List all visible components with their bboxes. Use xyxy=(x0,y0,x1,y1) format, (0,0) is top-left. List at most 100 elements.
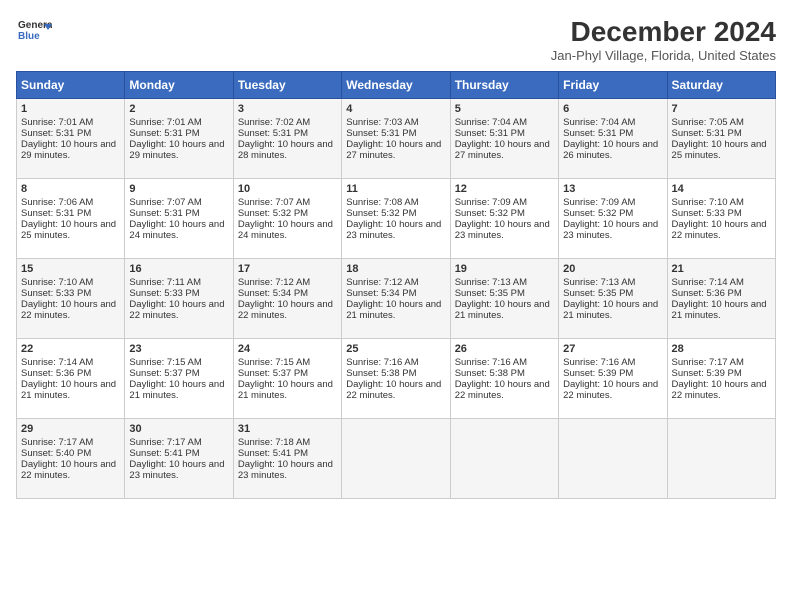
day-number: 8 xyxy=(21,183,120,195)
logo-icon: General Blue xyxy=(16,16,52,44)
table-row: 20Sunrise: 7:13 AMSunset: 5:35 PMDayligh… xyxy=(559,259,667,339)
day-info: Sunset: 5:37 PM xyxy=(129,368,228,379)
day-info: Sunrise: 7:11 AM xyxy=(129,277,228,288)
day-info: Sunrise: 7:12 AM xyxy=(238,277,337,288)
table-row: 17Sunrise: 7:12 AMSunset: 5:34 PMDayligh… xyxy=(233,259,341,339)
day-info: Daylight: 10 hours and 27 minutes. xyxy=(346,139,445,161)
day-number: 19 xyxy=(455,263,554,275)
page-header: General Blue December 2024 Jan-Phyl Vill… xyxy=(16,16,776,63)
day-number: 12 xyxy=(455,183,554,195)
day-number: 27 xyxy=(563,343,662,355)
day-number: 18 xyxy=(346,263,445,275)
day-number: 13 xyxy=(563,183,662,195)
table-row: 9 Sunrise: 7:07 AMSunset: 5:31 PMDaylight… xyxy=(125,179,233,259)
day-info: Sunset: 5:40 PM xyxy=(21,448,120,459)
day-info: Daylight: 10 hours and 24 minutes. xyxy=(129,219,228,241)
day-info: Sunset: 5:38 PM xyxy=(455,368,554,379)
day-info: Sunset: 5:39 PM xyxy=(672,368,771,379)
table-row: 12Sunrise: 7:09 AMSunset: 5:32 PMDayligh… xyxy=(450,179,558,259)
day-info: Sunset: 5:31 PM xyxy=(129,208,228,219)
header-saturday: Saturday xyxy=(667,72,775,99)
day-info: Daylight: 10 hours and 23 minutes. xyxy=(129,459,228,481)
day-info: Daylight: 10 hours and 25 minutes. xyxy=(21,219,120,241)
day-info: Daylight: 10 hours and 23 minutes. xyxy=(563,219,662,241)
table-row: 23Sunrise: 7:15 AMSunset: 5:37 PMDayligh… xyxy=(125,339,233,419)
table-row: 26Sunrise: 7:16 AMSunset: 5:38 PMDayligh… xyxy=(450,339,558,419)
day-info: Sunset: 5:33 PM xyxy=(21,288,120,299)
table-row: 11Sunrise: 7:08 AMSunset: 5:32 PMDayligh… xyxy=(342,179,450,259)
day-info: Daylight: 10 hours and 23 minutes. xyxy=(455,219,554,241)
day-info: Sunrise: 7:10 AM xyxy=(21,277,120,288)
day-info: Daylight: 10 hours and 22 minutes. xyxy=(129,299,228,321)
svg-text:Blue: Blue xyxy=(18,31,40,42)
table-row: 31Sunrise: 7:18 AMSunset: 5:41 PMDayligh… xyxy=(233,419,341,499)
day-info: Sunrise: 7:09 AM xyxy=(563,197,662,208)
day-info: Sunrise: 7:13 AM xyxy=(455,277,554,288)
day-info: Sunrise: 7:09 AM xyxy=(455,197,554,208)
day-info: Sunset: 5:31 PM xyxy=(21,208,120,219)
day-info: Daylight: 10 hours and 21 minutes. xyxy=(129,379,228,401)
day-number: 6 xyxy=(563,103,662,115)
day-number: 11 xyxy=(346,183,445,195)
day-number: 31 xyxy=(238,423,337,435)
day-number: 10 xyxy=(238,183,337,195)
day-info: Sunrise: 7:07 AM xyxy=(238,197,337,208)
day-info: Sunset: 5:35 PM xyxy=(563,288,662,299)
header-tuesday: Tuesday xyxy=(233,72,341,99)
table-row: 4 Sunrise: 7:03 AMSunset: 5:31 PMDaylight… xyxy=(342,99,450,179)
day-number: 20 xyxy=(563,263,662,275)
day-info: Daylight: 10 hours and 21 minutes. xyxy=(346,299,445,321)
day-info: Sunrise: 7:12 AM xyxy=(346,277,445,288)
table-row: 6Sunrise: 7:04 AMSunset: 5:31 PMDaylight… xyxy=(559,99,667,179)
day-info: Sunset: 5:31 PM xyxy=(563,128,662,139)
calendar-header: Sunday Monday Tuesday Wednesday Thursday… xyxy=(17,72,776,99)
day-info: Daylight: 10 hours and 23 minutes. xyxy=(346,219,445,241)
day-number: 21 xyxy=(672,263,771,275)
day-info: Sunrise: 7:10 AM xyxy=(672,197,771,208)
day-info: Sunrise: 7:16 AM xyxy=(563,357,662,368)
title-area: December 2024 Jan-Phyl Village, Florida,… xyxy=(551,16,776,63)
day-info: Sunrise: 7:13 AM xyxy=(563,277,662,288)
day-info: Sunset: 5:38 PM xyxy=(346,368,445,379)
day-info: Daylight: 10 hours and 22 minutes. xyxy=(672,219,771,241)
table-row: 10Sunrise: 7:07 AMSunset: 5:32 PMDayligh… xyxy=(233,179,341,259)
day-info: Sunset: 5:37 PM xyxy=(238,368,337,379)
day-number: 9 xyxy=(129,183,228,195)
day-info: Sunset: 5:31 PM xyxy=(346,128,445,139)
table-row: 3Sunrise: 7:02 AMSunset: 5:31 PMDaylight… xyxy=(233,99,341,179)
day-info: Sunrise: 7:15 AM xyxy=(238,357,337,368)
day-info: Sunrise: 7:07 AM xyxy=(129,197,228,208)
day-info: Daylight: 10 hours and 28 minutes. xyxy=(238,139,337,161)
table-row: 24Sunrise: 7:15 AMSunset: 5:37 PMDayligh… xyxy=(233,339,341,419)
day-info: Sunset: 5:36 PM xyxy=(672,288,771,299)
table-row: 19Sunrise: 7:13 AMSunset: 5:35 PMDayligh… xyxy=(450,259,558,339)
day-number: 5 xyxy=(455,103,554,115)
day-info: Daylight: 10 hours and 21 minutes. xyxy=(672,299,771,321)
day-info: Daylight: 10 hours and 27 minutes. xyxy=(455,139,554,161)
day-info: Sunset: 5:35 PM xyxy=(455,288,554,299)
day-info: Sunrise: 7:01 AM xyxy=(21,117,120,128)
day-number: 3 xyxy=(238,103,337,115)
day-info: Sunrise: 7:05 AM xyxy=(672,117,771,128)
table-row: 22Sunrise: 7:14 AMSunset: 5:36 PMDayligh… xyxy=(17,339,125,419)
day-number: 14 xyxy=(672,183,771,195)
day-number: 26 xyxy=(455,343,554,355)
table-row: 1Sunrise: 7:01 AMSunset: 5:31 PMDaylight… xyxy=(17,99,125,179)
day-info: Sunrise: 7:14 AM xyxy=(672,277,771,288)
day-info: Daylight: 10 hours and 25 minutes. xyxy=(672,139,771,161)
day-info: Sunrise: 7:17 AM xyxy=(129,437,228,448)
day-info: Daylight: 10 hours and 22 minutes. xyxy=(21,459,120,481)
header-wednesday: Wednesday xyxy=(342,72,450,99)
calendar-table: Sunday Monday Tuesday Wednesday Thursday… xyxy=(16,71,776,499)
day-info: Sunrise: 7:02 AM xyxy=(238,117,337,128)
table-row: 18Sunrise: 7:12 AMSunset: 5:34 PMDayligh… xyxy=(342,259,450,339)
day-info: Sunset: 5:31 PM xyxy=(21,128,120,139)
day-info: Daylight: 10 hours and 22 minutes. xyxy=(238,299,337,321)
day-info: Sunrise: 7:17 AM xyxy=(21,437,120,448)
table-row xyxy=(559,419,667,499)
day-info: Sunrise: 7:03 AM xyxy=(346,117,445,128)
day-info: Sunset: 5:32 PM xyxy=(563,208,662,219)
table-row: 21 Sunrise: 7:14 AMSunset: 5:36 PMDayligh… xyxy=(667,259,775,339)
day-number: 4 xyxy=(346,103,445,115)
day-info: Daylight: 10 hours and 24 minutes. xyxy=(238,219,337,241)
